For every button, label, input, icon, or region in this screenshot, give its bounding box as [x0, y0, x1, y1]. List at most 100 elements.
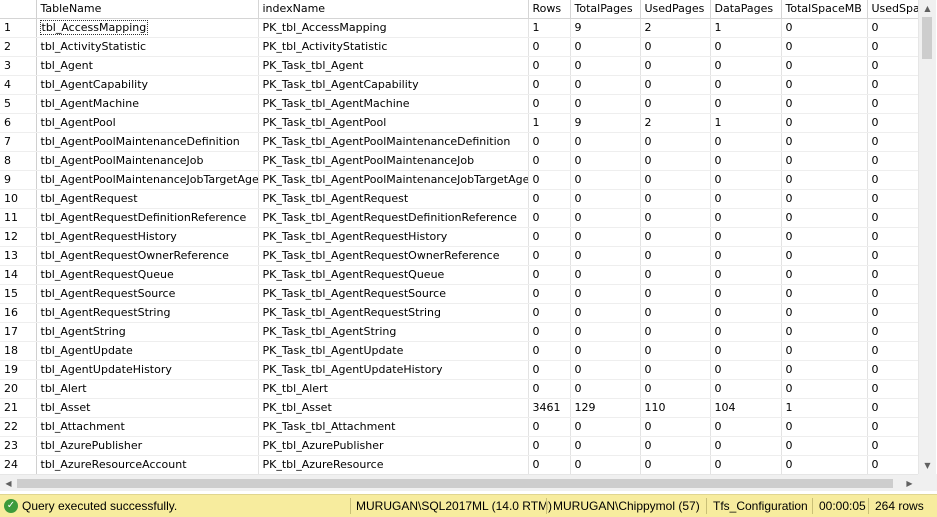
grid-cell[interactable]: 0	[781, 56, 868, 76]
grid-cell[interactable]: 0	[570, 132, 641, 152]
grid-cell[interactable]: PK_Task_tbl_AgentRequestHistory	[258, 227, 529, 247]
grid-cell[interactable]: 0	[528, 246, 571, 266]
grid-cell[interactable]: 0	[570, 170, 641, 190]
grid-cell[interactable]: 1	[781, 398, 868, 418]
row-number-cell[interactable]: 18	[0, 341, 37, 361]
column-header[interactable]: TotalPages	[570, 0, 641, 19]
row-number-cell[interactable]: 8	[0, 151, 37, 171]
row-number-cell[interactable]: 11	[0, 208, 37, 228]
grid-cell[interactable]: 110	[640, 398, 711, 418]
grid-cell[interactable]: tbl_Alert	[36, 379, 259, 399]
grid-cell[interactable]: 0	[528, 322, 571, 342]
grid-cell[interactable]: 0	[528, 455, 571, 474]
column-header[interactable]: TableName	[36, 0, 259, 19]
grid-cell[interactable]: PK_Task_tbl_AgentRequestString	[258, 303, 529, 323]
grid-cell[interactable]: 0	[781, 436, 868, 456]
grid-cell[interactable]: 0	[867, 208, 918, 228]
table-row[interactable]: 4 tbl_AgentCapability PK_Task_tbl_AgentCap…	[0, 75, 918, 95]
grid-cell[interactable]: PK_Task_tbl_AgentMachine	[258, 94, 529, 114]
grid-cell[interactable]: 0	[528, 303, 571, 323]
column-header[interactable]: UsedSpac	[867, 0, 918, 19]
grid-cell[interactable]: 0	[640, 170, 711, 190]
grid-cell[interactable]: 0	[710, 56, 782, 76]
grid-cell[interactable]: 0	[528, 189, 571, 209]
grid-cell[interactable]: 0	[528, 417, 571, 437]
grid-cell[interactable]: PK_Task_tbl_AgentPoolMaintenanceJobTarge…	[258, 170, 529, 190]
grid-cell[interactable]: 0	[710, 436, 782, 456]
grid-cell[interactable]: 0	[867, 37, 918, 57]
grid-cell[interactable]: 0	[640, 455, 711, 474]
grid-cell[interactable]: 0	[570, 417, 641, 437]
grid-cell[interactable]: PK_Task_tbl_AgentCapability	[258, 75, 529, 95]
grid-cell[interactable]: 0	[867, 75, 918, 95]
table-row[interactable]: 5 tbl_AgentMachine PK_Task_tbl_AgentMachin…	[0, 94, 918, 114]
grid-cell[interactable]: 0	[867, 436, 918, 456]
grid-cell[interactable]: 0	[640, 417, 711, 437]
table-row[interactable]: 1 tbl_AccessMapping PK_tbl_AccessMapping 1 9…	[0, 18, 918, 38]
grid-cell[interactable]: 0	[640, 322, 711, 342]
grid-cell[interactable]: 0	[867, 455, 918, 474]
grid-cell[interactable]: 0	[867, 360, 918, 380]
table-row[interactable]: 20 tbl_Alert PK_tbl_Alert 0 0 0 0 0 0	[0, 379, 918, 399]
row-number-cell[interactable]: 4	[0, 75, 37, 95]
grid-cell[interactable]: tbl_AzureResourceAccount	[36, 455, 259, 474]
grid-cell[interactable]: 0	[867, 170, 918, 190]
table-row[interactable]: 14 tbl_AgentRequestQueue PK_Task_tbl_Agent…	[0, 265, 918, 285]
grid-cell[interactable]: 0	[867, 398, 918, 418]
grid-cell[interactable]: 9	[570, 18, 641, 38]
grid-cell[interactable]: 0	[710, 151, 782, 171]
grid-cell[interactable]: 0	[640, 341, 711, 361]
grid-cell[interactable]: 0	[528, 284, 571, 304]
grid-cell[interactable]: PK_Task_tbl_AgentPoolMaintenanceJob	[258, 151, 529, 171]
grid-cell[interactable]: 0	[867, 113, 918, 133]
grid-cell[interactable]: 0	[640, 208, 711, 228]
grid-cell[interactable]: PK_Task_tbl_AgentPool	[258, 113, 529, 133]
grid-cell[interactable]: 0	[640, 436, 711, 456]
grid-cell[interactable]: 0	[867, 246, 918, 266]
vertical-scroll-thumb[interactable]	[922, 17, 932, 59]
grid-cell[interactable]: PK_Task_tbl_Agent	[258, 56, 529, 76]
grid-cell[interactable]: 0	[570, 360, 641, 380]
grid-cell[interactable]: PK_Task_tbl_AgentRequestSource	[258, 284, 529, 304]
grid-cell[interactable]: 0	[570, 151, 641, 171]
grid-cell[interactable]: 2	[640, 18, 711, 38]
grid-cell[interactable]: 0	[710, 322, 782, 342]
grid-cell[interactable]: PK_tbl_Alert	[258, 379, 529, 399]
grid-cell[interactable]: tbl_AgentRequestQueue	[36, 265, 259, 285]
grid-cell[interactable]: 0	[640, 132, 711, 152]
row-number-cell[interactable]: 2	[0, 37, 37, 57]
grid-cell[interactable]: 0	[570, 341, 641, 361]
grid-cell[interactable]: 0	[528, 436, 571, 456]
grid-cell[interactable]: 0	[867, 151, 918, 171]
grid-cell[interactable]: 1	[528, 113, 571, 133]
column-header[interactable]: DataPages	[710, 0, 782, 19]
grid-cell[interactable]: PK_tbl_ActivityStatistic	[258, 37, 529, 57]
grid-cell[interactable]: tbl_AgentString	[36, 322, 259, 342]
grid-cell[interactable]: 0	[710, 132, 782, 152]
grid-cell[interactable]: 0	[781, 132, 868, 152]
grid-cell[interactable]: 0	[781, 360, 868, 380]
row-number-cell[interactable]: 12	[0, 227, 37, 247]
row-number-cell[interactable]: 15	[0, 284, 37, 304]
row-number-cell[interactable]: 19	[0, 360, 37, 380]
grid-cell[interactable]: 0	[710, 417, 782, 437]
grid-cell[interactable]: tbl_AgentUpdateHistory	[36, 360, 259, 380]
row-number-cell[interactable]: 1	[0, 18, 37, 38]
grid-cell[interactable]: PK_Task_tbl_AgentRequest	[258, 189, 529, 209]
grid-cell[interactable]: 0	[710, 455, 782, 474]
grid-cell[interactable]: 0	[781, 227, 868, 247]
table-row[interactable]: 12 tbl_AgentRequestHistory PK_Task_tbl_Age…	[0, 227, 918, 247]
table-row[interactable]: 21 tbl_Asset PK_tbl_Asset 3461 129 110 104 1 0	[0, 398, 918, 418]
grid-cell[interactable]: 0	[781, 246, 868, 266]
table-row[interactable]: 6 tbl_AgentPool PK_Task_tbl_AgentPool 1 9 2 1 0…	[0, 113, 918, 133]
grid-cell[interactable]: 0	[710, 265, 782, 285]
row-number-cell[interactable]: 3	[0, 56, 37, 76]
grid-cell[interactable]: 0	[781, 417, 868, 437]
grid-cell[interactable]: 0	[528, 94, 571, 114]
table-row[interactable]: 13 tbl_AgentRequestOwnerReference PK_Task_…	[0, 246, 918, 266]
results-grid-viewport[interactable]: TableName indexName Rows TotalPages UsedPage…	[0, 0, 918, 474]
grid-cell[interactable]: 129	[570, 398, 641, 418]
row-number-cell[interactable]: 21	[0, 398, 37, 418]
grid-cell[interactable]: 0	[781, 455, 868, 474]
grid-cell[interactable]: 0	[570, 284, 641, 304]
